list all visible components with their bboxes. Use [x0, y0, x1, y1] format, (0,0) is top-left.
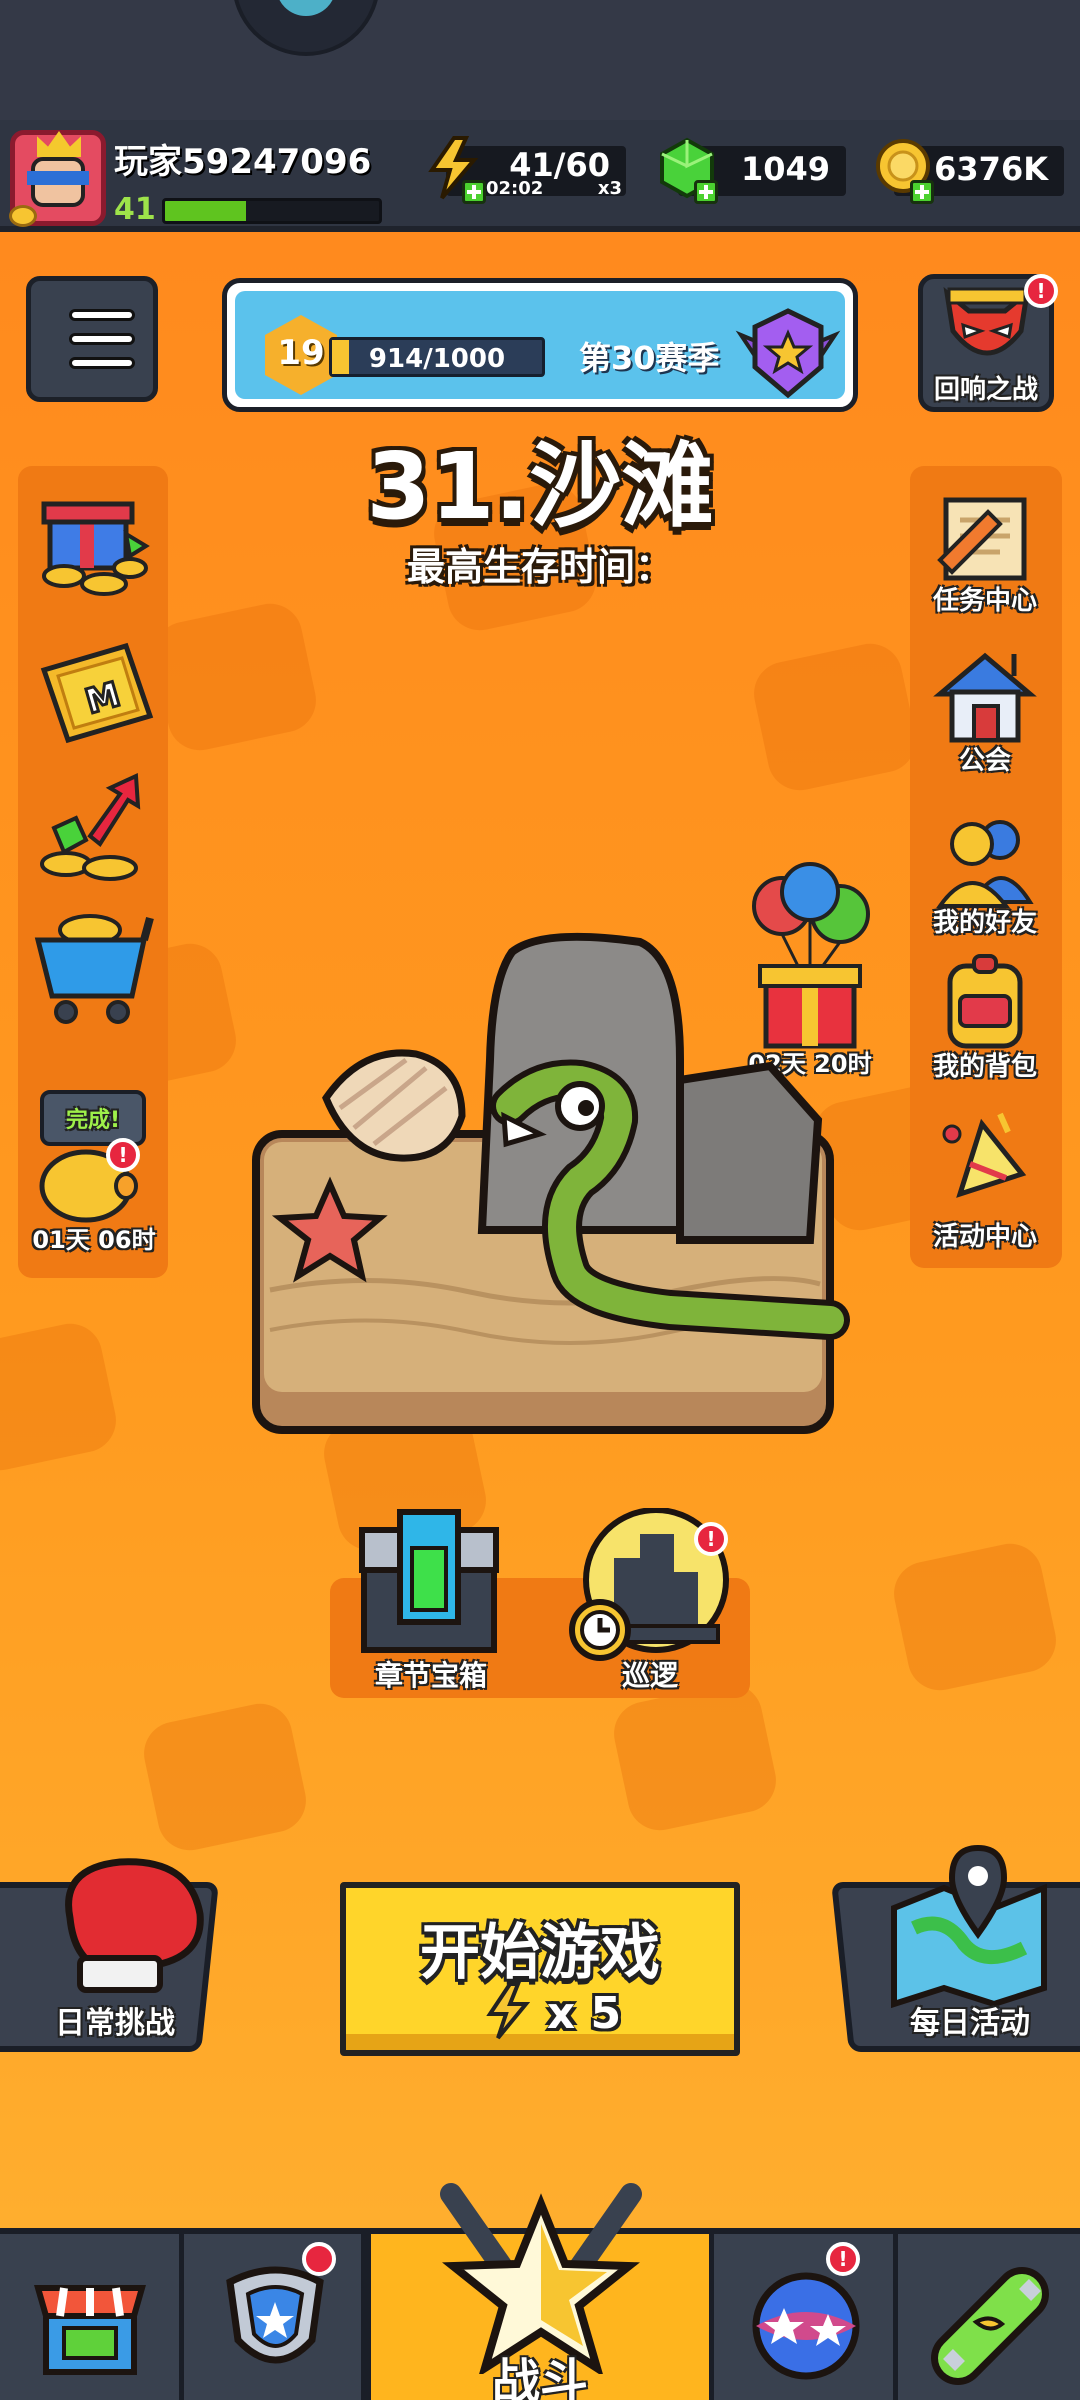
- party-popper-icon[interactable]: [930, 1104, 1040, 1204]
- task-center-label: 任务中心: [932, 586, 1037, 616]
- season-banner-inner: 19 914/1000 第30赛季: [235, 291, 845, 399]
- add-gold-icon[interactable]: [910, 180, 934, 204]
- season-title: 第30赛季: [579, 339, 720, 377]
- nav-talent[interactable]: !: [714, 2234, 898, 2400]
- season-level-badge: 19: [265, 315, 337, 395]
- backpack-icon[interactable]: [930, 952, 1040, 1052]
- season-progress-bar: 914/1000: [329, 337, 545, 377]
- nav-evolution[interactable]: [898, 2234, 1080, 2400]
- season-progress-text: 914/1000: [368, 344, 506, 374]
- daily-challenge-label: 日常挑战: [55, 2006, 175, 2041]
- backpack-label: 我的背包: [932, 1052, 1037, 1082]
- add-energy-icon[interactable]: [462, 180, 486, 204]
- xp-bar-fill: [165, 201, 247, 221]
- menu-button[interactable]: [26, 276, 158, 402]
- nav-equipment[interactable]: [184, 2234, 366, 2400]
- start-game-label: 开始游戏: [420, 1918, 660, 1988]
- shop-icon: [34, 2285, 146, 2375]
- menu-line: [69, 309, 135, 321]
- add-gems-icon[interactable]: [694, 180, 718, 204]
- piggy-bank-timer: 01天 06时: [32, 1226, 156, 1254]
- bg-pattern: [148, 597, 322, 757]
- avatar-headband: [27, 171, 89, 185]
- beach-level-scene[interactable]: [250, 920, 850, 1440]
- friends-icon[interactable]: [930, 810, 1040, 910]
- scroll-icon[interactable]: [930, 490, 1040, 590]
- crown-icon: [37, 131, 81, 157]
- energy-multiplier: x3: [597, 178, 622, 199]
- chapter-chest-icon[interactable]: [354, 1508, 504, 1654]
- nav-battle-label: 战斗: [491, 2354, 588, 2400]
- piggy-bank-bubble: 完成!: [40, 1090, 146, 1146]
- energy-timer: 02:02: [486, 178, 544, 199]
- demon-mask-icon: [943, 287, 1031, 356]
- dna-capsule-icon: [931, 2267, 1049, 2385]
- monthly-card-icon[interactable]: M: [34, 640, 156, 752]
- best-survival-time: 最高生存时间：: [406, 545, 673, 589]
- energy-resource[interactable]: 41/60 02:02 x3: [428, 136, 626, 204]
- player-level: 41: [114, 192, 156, 227]
- shop-cart-icon[interactable]: [32, 904, 156, 1032]
- gold-resource[interactable]: 6376K: [876, 139, 1064, 204]
- nav-shop[interactable]: [0, 2234, 184, 2400]
- echo-battle-label: 回响之战: [933, 375, 1038, 405]
- guild-house-icon[interactable]: [930, 648, 1040, 748]
- gems-resource[interactable]: 1049: [660, 137, 846, 204]
- guild-label: 公会: [958, 746, 1011, 776]
- piggy-bank-alert-badge: !: [106, 1138, 140, 1172]
- piggy-bank-bubble-text: 完成!: [65, 1108, 121, 1133]
- daily-activity-label: 每日活动: [910, 2006, 1030, 2041]
- gift-box-icon[interactable]: [34, 490, 152, 598]
- chapter-chest-label: 章节宝箱: [374, 1659, 487, 1692]
- shield-icon: [226, 2266, 324, 2364]
- xp-bar: [162, 198, 382, 224]
- menu-line: [69, 333, 135, 345]
- player-avatar[interactable]: [9, 130, 106, 227]
- equipment-lock-badge: [302, 2242, 336, 2276]
- growth-fund-icon[interactable]: [36, 770, 152, 886]
- event-center-label: 活动中心: [932, 1222, 1037, 1252]
- talent-alert-badge: !: [826, 2242, 860, 2276]
- camera-cutout: [232, 0, 380, 56]
- star-orb-icon: [752, 2272, 860, 2380]
- friends-label: 我的好友: [932, 908, 1037, 938]
- echo-battle-alert-badge: !: [1024, 274, 1058, 308]
- boxing-glove-icon: [65, 1858, 204, 1993]
- bg-pattern: [0, 1317, 122, 1477]
- bg-pattern: [608, 1677, 782, 1837]
- season-rank-badge-icon: [735, 308, 841, 399]
- start-game-cost: x 5: [546, 1988, 622, 2039]
- patrol-label: 巡逻: [621, 1659, 678, 1692]
- player-header: 玩家59247096 41 41/60 02:02 x3 1049 6376K: [0, 120, 1080, 232]
- bg-pattern: [138, 1697, 312, 1857]
- start-game-button[interactable]: 开始游戏 x 5: [340, 1882, 740, 2056]
- nav-battle[interactable]: 战斗: [366, 2183, 714, 2400]
- bg-pattern: [748, 637, 922, 797]
- patrol-alert-badge: !: [694, 1522, 728, 1556]
- game-screen: 玩家59247096 41 41/60 02:02 x3 1049 6376K …: [0, 0, 1080, 2400]
- season-pass-banner[interactable]: 19 914/1000 第30赛季: [222, 278, 858, 412]
- gold-value: 6376K: [934, 150, 1048, 188]
- coin-icon: [9, 205, 37, 227]
- gems-value: 1049: [740, 150, 830, 188]
- player-name: 玩家59247096: [114, 142, 372, 182]
- system-status-area: [0, 0, 1080, 120]
- menu-line: [69, 357, 135, 369]
- treasure-map-icon: [891, 1844, 1047, 2008]
- bg-pattern: [888, 1537, 1062, 1697]
- chapter-title: 31.沙滩: [366, 433, 714, 540]
- bottom-navigation: 战斗 !: [0, 2183, 1080, 2400]
- season-level: 19: [277, 333, 325, 373]
